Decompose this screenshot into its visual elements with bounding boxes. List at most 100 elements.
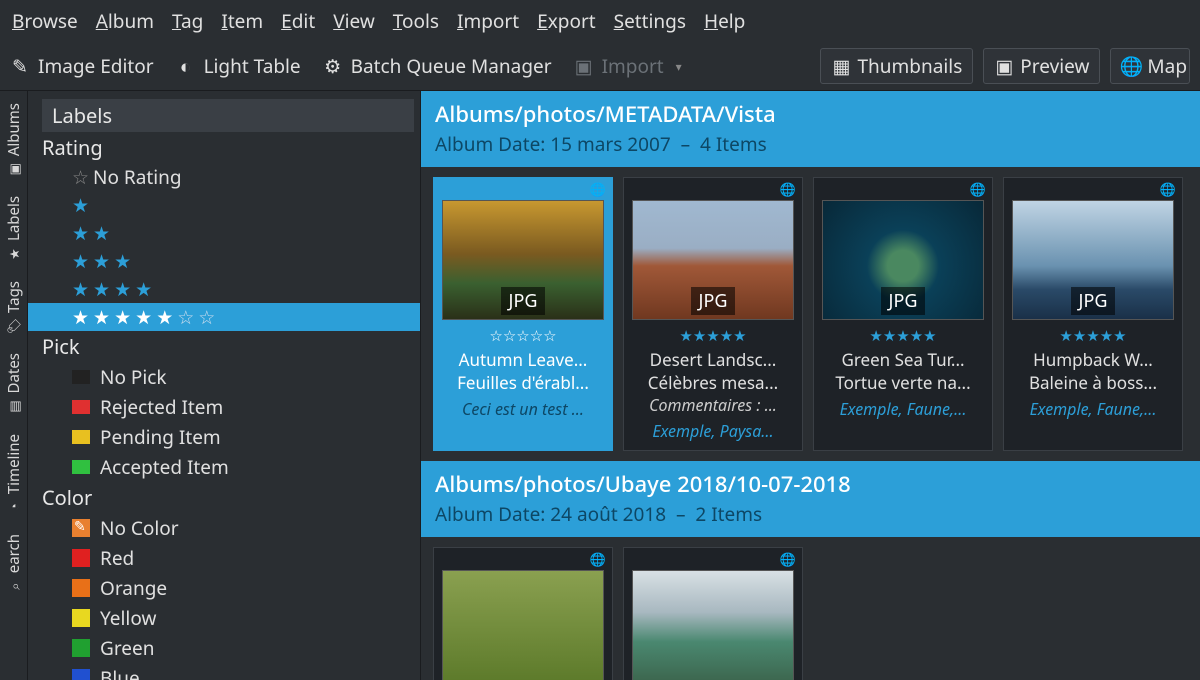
menu-export[interactable]: Export — [537, 8, 596, 34]
pick-label: No Pick — [100, 364, 167, 390]
star-icon: ★ — [156, 304, 173, 330]
globe-icon: 🌐 — [970, 180, 986, 198]
pick-section-label: Pick — [42, 331, 414, 362]
color-filter-red[interactable]: Red — [42, 543, 414, 573]
thumbnail-item[interactable]: 🌐JPG☆☆☆☆☆Autumn Leave...Feuilles d'érabl… — [433, 177, 613, 451]
side-tab-timeline[interactable]: ◔Timeline — [2, 426, 26, 524]
albums-icon: ▣ — [4, 163, 22, 175]
pick-filter-red[interactable]: Rejected Item — [42, 392, 414, 422]
thumbnail-image: JPG — [822, 200, 984, 320]
color-filter-orange[interactable]: Orange — [42, 573, 414, 603]
batch-queue-label: Batch Queue Manager — [351, 53, 552, 79]
album-meta: Album Date: 24 août 2018 – 2 Items — [435, 501, 1186, 527]
map-view-button[interactable]: 🌐 Map — [1110, 48, 1190, 84]
menu-browse[interactable]: Browse — [12, 8, 78, 34]
menu-view[interactable]: View — [333, 8, 375, 34]
rating-filter-2[interactable]: ★★ — [42, 219, 414, 247]
album-path: Albums/photos/METADATA/Vista — [435, 99, 1186, 129]
pick-filter-none[interactable]: No Pick — [42, 362, 414, 392]
color-label: Green — [100, 635, 154, 661]
color-swatch-icon — [72, 549, 90, 567]
thumbnail-rating[interactable]: ★★★★★ — [1004, 320, 1182, 348]
thumbnail-item[interactable]: 🌐JPG★★★★★Humpback W...Baleine à boss...E… — [1003, 177, 1183, 451]
format-badge: JPG — [881, 287, 926, 315]
menu-help[interactable]: Help — [704, 8, 745, 34]
side-tab-labels[interactable]: ★Labels — [2, 188, 26, 271]
thumbnail-title: Autumn Leave... — [434, 348, 612, 371]
menu-item[interactable]: Item — [221, 8, 263, 34]
image-editor-button[interactable]: ✎ Image Editor — [10, 53, 154, 79]
star-icon: ★ — [72, 304, 89, 330]
labels-icon: ★ — [5, 248, 23, 260]
thumbnail-row: 🌐JPG☆☆☆☆☆Autumn Leave...Feuilles d'érabl… — [421, 167, 1200, 461]
timeline-icon: ◔ — [4, 503, 22, 511]
side-tab-earch[interactable]: ⌕earch — [2, 526, 26, 603]
thumbnail-item[interactable]: 🌐☆☆☆☆☆ — [433, 547, 613, 680]
color-label: Blue — [100, 665, 140, 680]
thumbnail-rating[interactable]: ★★★★★ — [814, 320, 992, 348]
thumbnail-item[interactable]: 🌐☆☆☆☆☆ — [623, 547, 803, 680]
color-filter-green[interactable]: Green — [42, 633, 414, 663]
thumbnail-item[interactable]: 🌐 JPG ★★★★★Desert Landsc...Célèbres mesa..… — [623, 177, 803, 451]
thumbnail-content-area: Albums/photos/METADATA/VistaAlbum Date: … — [420, 91, 1200, 680]
thumbnail-rating[interactable]: ☆☆☆☆☆ — [434, 320, 612, 348]
color-label: No Color — [100, 515, 179, 541]
no-rating-label: No Rating — [93, 164, 182, 190]
import-button[interactable]: ▣ Import ▾ — [574, 53, 682, 79]
color-filter-blue[interactable]: Blue — [42, 663, 414, 680]
color-filter-yellow[interactable]: Yellow — [42, 603, 414, 633]
thumbnail-subtitle: Tortue verte na... — [814, 371, 992, 394]
thumbnail-subtitle: Célèbres mesa... — [624, 371, 802, 394]
color-filter-no-color[interactable]: ✎No Color — [42, 513, 414, 543]
thumbnail-title: Desert Landsc... — [624, 348, 802, 371]
globe-icon: 🌐 — [590, 550, 606, 568]
menu-tools[interactable]: Tools — [393, 8, 439, 34]
menu-edit[interactable]: Edit — [281, 8, 315, 34]
star-icon: ★ — [72, 248, 89, 274]
star-outline-icon: ☆ — [72, 164, 89, 190]
thumbnails-view-button[interactable]: ▦ Thumbnails — [820, 48, 973, 84]
thumbnail-rating[interactable]: ★★★★★ — [624, 320, 802, 348]
main-toolbar: ✎ Image Editor ◐ Light Table ⚙ Batch Que… — [0, 42, 1200, 91]
thumbnail-title: Green Sea Tur... — [814, 348, 992, 371]
album-meta: Album Date: 15 mars 2007 – 4 Items — [435, 131, 1186, 157]
star-icon: ★ — [72, 220, 89, 246]
rating-filter-4[interactable]: ★★★★ — [42, 275, 414, 303]
globe-icon: 🌐 — [780, 180, 796, 198]
pick-filter-green[interactable]: Accepted Item — [42, 452, 414, 482]
thumbnail-item[interactable]: 🌐 JPG ★★★★★Green Sea Tur...Tortue verte na… — [813, 177, 993, 451]
side-tab-tags[interactable]: 🏷Tags — [2, 273, 26, 343]
color-label: Yellow — [100, 605, 156, 631]
menu-album[interactable]: Album — [96, 8, 154, 34]
format-badge: JPG — [691, 287, 736, 315]
format-badge: JPG — [1071, 287, 1116, 315]
menu-tag[interactable]: Tag — [172, 8, 203, 34]
tags-icon: 🏷 — [4, 318, 22, 335]
rating-filter-5[interactable]: ★★★★★☆☆ — [28, 303, 420, 331]
side-tab-dates[interactable]: ▤Dates — [2, 345, 26, 423]
preview-view-button[interactable]: ▣ Preview — [983, 48, 1100, 84]
rating-filter-1[interactable]: ★ — [42, 191, 414, 219]
globe-icon: 🌐 — [780, 550, 796, 568]
light-table-button[interactable]: ◐ Light Table — [176, 53, 301, 79]
batch-queue-button[interactable]: ⚙ Batch Queue Manager — [323, 53, 552, 79]
star-icon: ★ — [114, 276, 131, 302]
star-icon: ★ — [114, 248, 131, 274]
side-tab-albums[interactable]: ▣Albums — [2, 95, 26, 186]
thumbnail-image: JPG — [1012, 200, 1174, 320]
globe-icon: 🌐 — [1121, 56, 1141, 76]
star-icon: ★ — [135, 276, 152, 302]
thumbnail-image: JPG — [632, 200, 794, 320]
thumbnail-tags: Exemple, Faune,... — [1004, 394, 1182, 428]
menu-import[interactable]: Import — [457, 8, 519, 34]
star-icon: ★ — [72, 276, 89, 302]
globe-icon: 🌐 — [1160, 180, 1176, 198]
rating-filter-0[interactable]: ☆No Rating — [42, 163, 414, 191]
color-swatch-icon — [72, 609, 90, 627]
pick-label: Accepted Item — [100, 454, 229, 480]
rating-section-label: Rating — [42, 132, 414, 163]
color-label: Red — [100, 545, 134, 571]
rating-filter-3[interactable]: ★★★ — [42, 247, 414, 275]
menu-settings[interactable]: Settings — [614, 8, 686, 34]
pick-filter-yellow[interactable]: Pending Item — [42, 422, 414, 452]
